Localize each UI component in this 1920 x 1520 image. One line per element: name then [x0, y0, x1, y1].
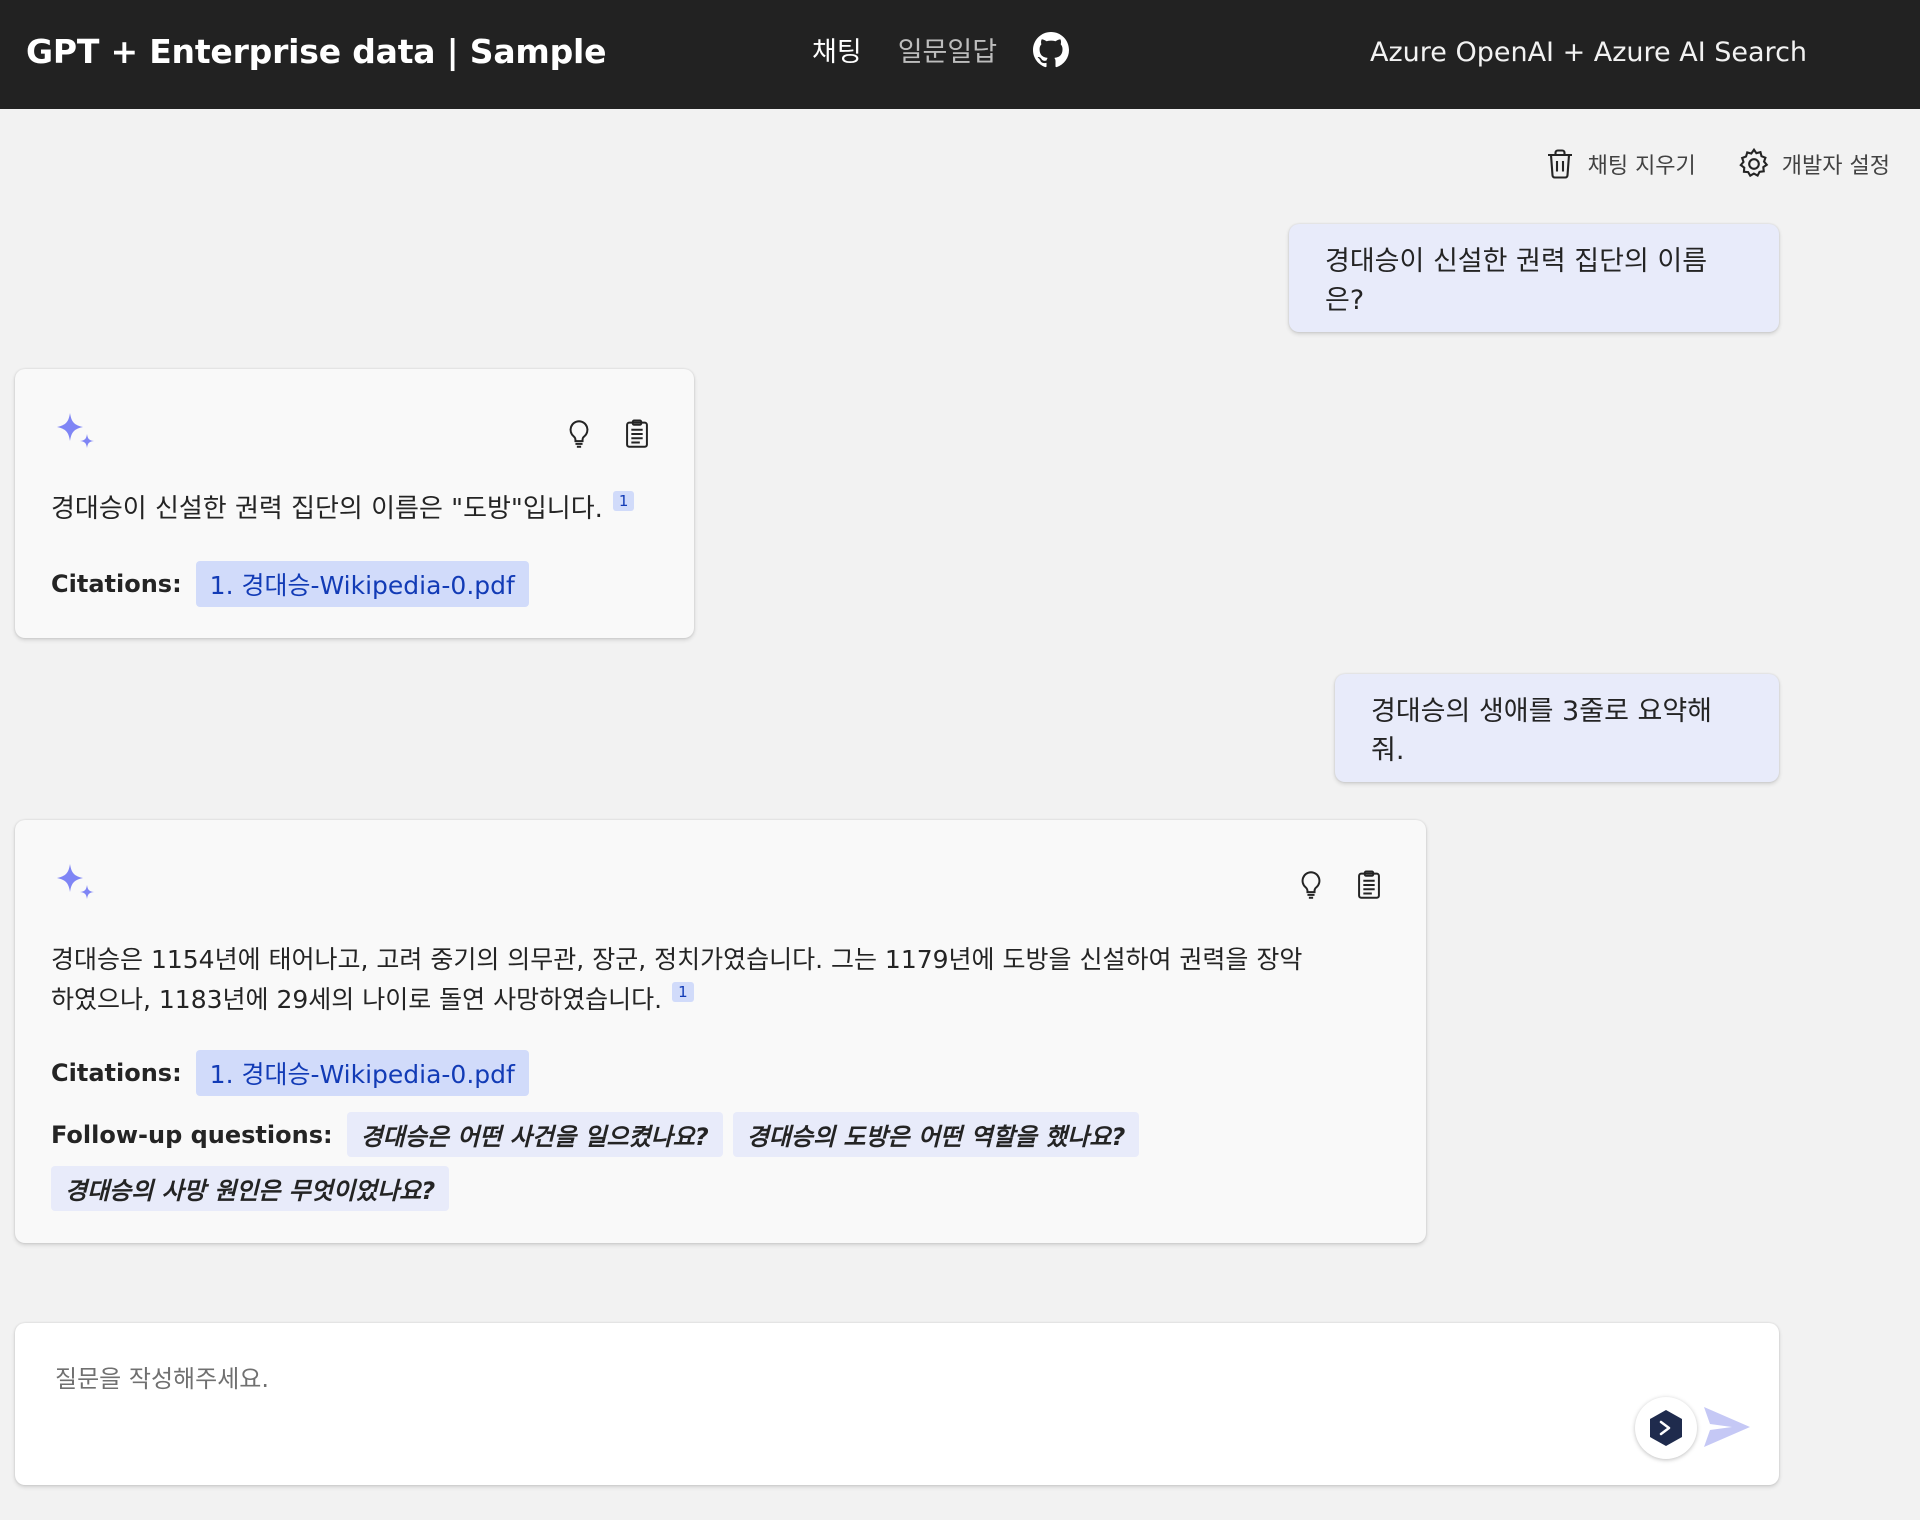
lightbulb-icon[interactable]: [1294, 868, 1328, 902]
question-input[interactable]: [55, 1359, 1555, 1419]
answer-text: 경대승은 1154년에 태어나고, 고려 중기의 의무관, 장군, 정치가였습니…: [51, 940, 1302, 1020]
citation-marker[interactable]: 1: [612, 491, 635, 511]
assistant-hexagon-icon: [1650, 1410, 1682, 1446]
assistant-answer: 경대승은 1154년에 태어나고, 고려 중기의 의무관, 장군, 정치가였습니…: [15, 820, 1426, 1243]
answer-actions: [1270, 868, 1386, 902]
top-nav: 채팅 일문일답: [812, 30, 1070, 69]
citation-link[interactable]: 1. 경대승-Wikipedia-0.pdf: [195, 561, 529, 607]
citation-link[interactable]: 1. 경대승-Wikipedia-0.pdf: [195, 1050, 529, 1096]
answer-actions: [538, 417, 654, 451]
send-icon[interactable]: [1702, 1403, 1752, 1451]
clear-chat-label: 채팅 지우기: [1587, 154, 1696, 179]
answer-text-line: 하였으나, 1183년에 29세의 나이로 돌연 사망하였습니다.: [51, 985, 663, 1014]
followup-question[interactable]: 경대승의 도방은 어떤 역할을 했나요?: [732, 1112, 1140, 1157]
followup-question[interactable]: 경대승은 어떤 사건을 일으켰나요?: [346, 1112, 723, 1157]
citations-label: Citations:: [51, 1059, 182, 1087]
followup-row: Follow-up questions: 경대승은 어떤 사건을 일으켰나요? …: [51, 1112, 1149, 1157]
github-icon[interactable]: [1033, 31, 1070, 68]
user-message: 경대승이 신설한 권력 집단의 이름은?: [1289, 224, 1779, 332]
lightbulb-icon[interactable]: [562, 417, 596, 451]
followup-label: Follow-up questions:: [51, 1120, 333, 1149]
clipboard-icon[interactable]: [620, 417, 654, 451]
citation-marker[interactable]: 1: [672, 982, 694, 1002]
answer-text-line: 경대승은 1154년에 태어나고, 고려 중기의 의무관, 장군, 정치가였습니…: [51, 945, 1303, 974]
user-message-text: 경대승이 신설한 권력 집단의 이름은?: [1325, 246, 1708, 316]
nav-qa[interactable]: 일문일답: [898, 30, 997, 69]
assistant-answer: 경대승이 신설한 권력 집단의 이름은 "도방"입니다. 1 Citations:…: [15, 369, 694, 638]
app-header: GPT + Enterprise data | Sample 채팅 일문일답 A…: [0, 0, 1920, 109]
citations-row: Citations: 1. 경대승-Wikipedia-0.pdf: [51, 561, 529, 607]
assistant-extension-button[interactable]: [1635, 1397, 1697, 1459]
sparkle-icon: [57, 413, 94, 448]
answer-text-body: 경대승이 신설한 권력 집단의 이름은 "도방"입니다.: [51, 494, 603, 524]
app-title[interactable]: GPT + Enterprise data | Sample: [26, 32, 607, 71]
answer-text: 경대승이 신설한 권력 집단의 이름은 "도방"입니다. 1: [51, 489, 635, 529]
header-service-label: Azure OpenAI + Azure AI Search: [1370, 37, 1808, 68]
developer-settings-button[interactable]: 개발자 설정: [1736, 146, 1890, 182]
citations-row: Citations: 1. 경대승-Wikipedia-0.pdf: [51, 1050, 529, 1096]
user-message-text: 경대승의 생애를 3줄로 요약해줘.: [1371, 696, 1713, 766]
nav-chat[interactable]: 채팅: [812, 30, 862, 69]
chat-toolbar: 채팅 지우기 개발자 설정: [1502, 146, 1890, 182]
followup-row: 경대승의 사망 원인은 무엇이었나요?: [51, 1166, 459, 1211]
clear-chat-button[interactable]: 채팅 지우기: [1542, 146, 1696, 182]
question-composer: [15, 1323, 1779, 1485]
citations-label: Citations:: [51, 570, 182, 598]
trash-icon: [1547, 149, 1572, 179]
followup-question[interactable]: 경대승의 사망 원인은 무엇이었나요?: [51, 1166, 450, 1211]
gear-icon: [1739, 147, 1769, 178]
sparkle-icon: [57, 864, 94, 899]
clipboard-icon[interactable]: [1352, 868, 1386, 902]
developer-settings-label: 개발자 설정: [1781, 154, 1890, 179]
user-message: 경대승의 생애를 3줄로 요약해줘.: [1335, 674, 1779, 782]
